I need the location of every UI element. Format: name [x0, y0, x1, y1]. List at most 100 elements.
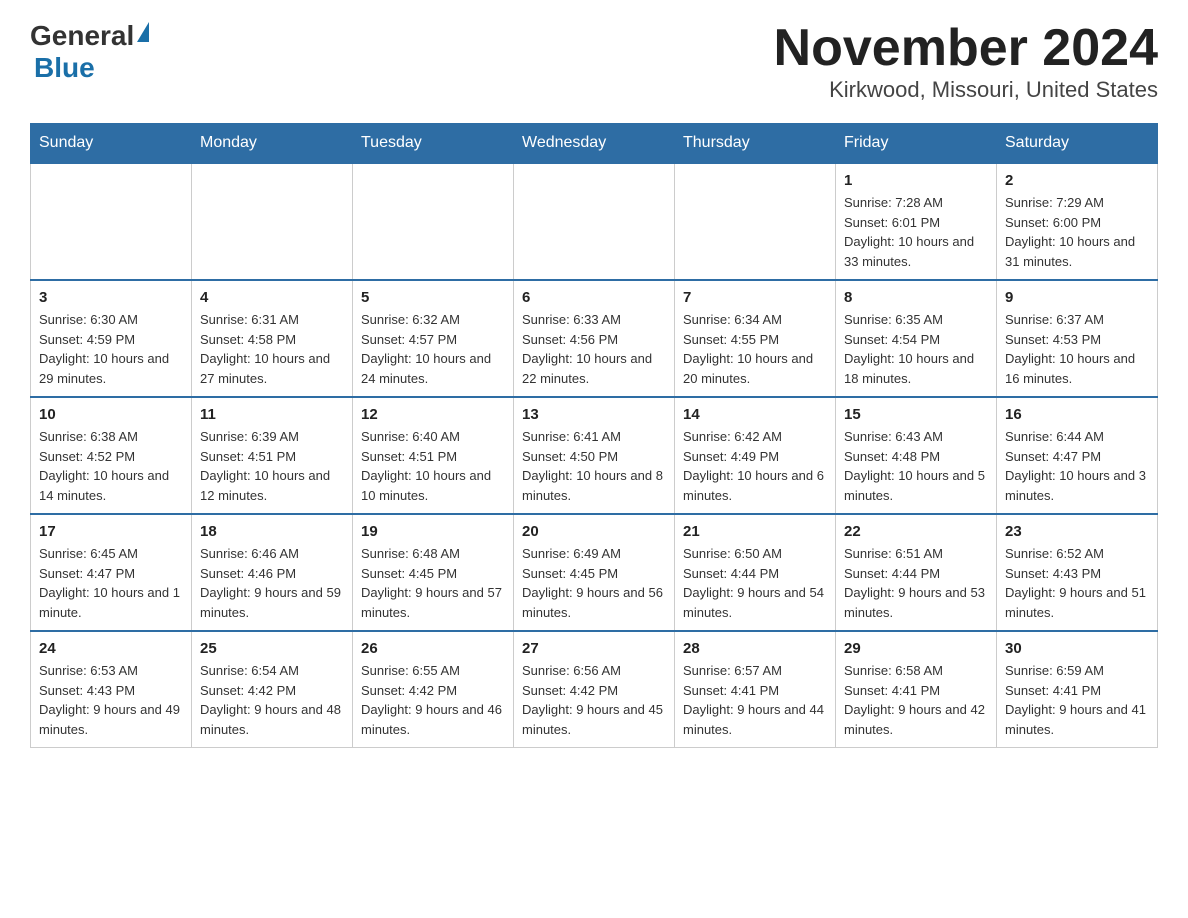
day-info: Sunrise: 6:57 AM Sunset: 4:41 PM Dayligh…	[683, 661, 827, 739]
day-number: 11	[200, 406, 344, 423]
day-info: Sunrise: 6:58 AM Sunset: 4:41 PM Dayligh…	[844, 661, 988, 739]
day-info: Sunrise: 6:37 AM Sunset: 4:53 PM Dayligh…	[1005, 310, 1149, 388]
calendar-cell	[31, 163, 192, 280]
calendar-cell: 24Sunrise: 6:53 AM Sunset: 4:43 PM Dayli…	[31, 631, 192, 748]
day-header-saturday: Saturday	[997, 124, 1158, 164]
day-info: Sunrise: 6:53 AM Sunset: 4:43 PM Dayligh…	[39, 661, 183, 739]
day-number: 29	[844, 640, 988, 657]
day-info: Sunrise: 6:42 AM Sunset: 4:49 PM Dayligh…	[683, 427, 827, 505]
day-number: 27	[522, 640, 666, 657]
day-info: Sunrise: 6:32 AM Sunset: 4:57 PM Dayligh…	[361, 310, 505, 388]
calendar-cell: 8 Sunrise: 6:35 AM Sunset: 4:54 PM Daylig…	[836, 280, 997, 397]
day-info: Sunrise: 6:51 AM Sunset: 4:44 PM Dayligh…	[844, 544, 988, 622]
calendar-cell: 6Sunrise: 6:33 AM Sunset: 4:56 PM Daylig…	[514, 280, 675, 397]
calendar-cell: 26 Sunrise: 6:55 AM Sunset: 4:42 PM Dayli…	[353, 631, 514, 748]
day-number: 30	[1005, 640, 1149, 657]
day-number: 16	[1005, 406, 1149, 423]
day-number: 20	[522, 523, 666, 540]
day-info: Sunrise: 6:31 AM Sunset: 4:58 PM Dayligh…	[200, 310, 344, 388]
calendar-cell: 3 Sunrise: 6:30 AM Sunset: 4:59 PM Daylig…	[31, 280, 192, 397]
calendar-cell: 14 Sunrise: 6:42 AM Sunset: 4:49 PM Dayli…	[675, 397, 836, 514]
page-header: General Blue November 2024 Kirkwood, Mis…	[30, 20, 1158, 103]
calendar-cell: 20Sunrise: 6:49 AM Sunset: 4:45 PM Dayli…	[514, 514, 675, 631]
day-info: Sunrise: 6:44 AM Sunset: 4:47 PM Dayligh…	[1005, 427, 1149, 505]
calendar-cell: 2 Sunrise: 7:29 AM Sunset: 6:00 PM Daylig…	[997, 163, 1158, 280]
week-row-1: 1Sunrise: 7:28 AM Sunset: 6:01 PM Daylig…	[31, 163, 1158, 280]
day-info: Sunrise: 6:34 AM Sunset: 4:55 PM Dayligh…	[683, 310, 827, 388]
day-number: 5	[361, 289, 505, 306]
day-header-friday: Friday	[836, 124, 997, 164]
calendar-cell: 22 Sunrise: 6:51 AM Sunset: 4:44 PM Dayli…	[836, 514, 997, 631]
day-number: 2	[1005, 172, 1149, 189]
calendar-cell	[353, 163, 514, 280]
calendar-cell: 23 Sunrise: 6:52 AM Sunset: 4:43 PM Dayli…	[997, 514, 1158, 631]
day-info: Sunrise: 6:45 AM Sunset: 4:47 PM Dayligh…	[39, 544, 183, 622]
day-number: 18	[200, 523, 344, 540]
day-number: 8	[844, 289, 988, 306]
title-block: November 2024 Kirkwood, Missouri, United…	[774, 20, 1158, 103]
day-info: Sunrise: 6:59 AM Sunset: 4:41 PM Dayligh…	[1005, 661, 1149, 739]
day-number: 15	[844, 406, 988, 423]
day-info: Sunrise: 7:29 AM Sunset: 6:00 PM Dayligh…	[1005, 193, 1149, 271]
day-info: Sunrise: 6:40 AM Sunset: 4:51 PM Dayligh…	[361, 427, 505, 505]
day-number: 10	[39, 406, 183, 423]
day-info: Sunrise: 6:46 AM Sunset: 4:46 PM Dayligh…	[200, 544, 344, 622]
day-info: Sunrise: 6:56 AM Sunset: 4:42 PM Dayligh…	[522, 661, 666, 739]
day-header-monday: Monday	[192, 124, 353, 164]
calendar-cell: 9 Sunrise: 6:37 AM Sunset: 4:53 PM Daylig…	[997, 280, 1158, 397]
logo: General Blue	[30, 20, 149, 84]
calendar-cell: 25Sunrise: 6:54 AM Sunset: 4:42 PM Dayli…	[192, 631, 353, 748]
week-row-3: 10 Sunrise: 6:38 AM Sunset: 4:52 PM Dayli…	[31, 397, 1158, 514]
day-number: 13	[522, 406, 666, 423]
calendar-cell: 21 Sunrise: 6:50 AM Sunset: 4:44 PM Dayli…	[675, 514, 836, 631]
day-info: Sunrise: 6:30 AM Sunset: 4:59 PM Dayligh…	[39, 310, 183, 388]
day-number: 19	[361, 523, 505, 540]
calendar-title: November 2024	[774, 20, 1158, 77]
day-number: 26	[361, 640, 505, 657]
day-info: Sunrise: 6:41 AM Sunset: 4:50 PM Dayligh…	[522, 427, 666, 505]
calendar-cell	[675, 163, 836, 280]
calendar-cell: 13 Sunrise: 6:41 AM Sunset: 4:50 PM Dayli…	[514, 397, 675, 514]
calendar-cell: 28Sunrise: 6:57 AM Sunset: 4:41 PM Dayli…	[675, 631, 836, 748]
logo-blue-text: Blue	[34, 52, 95, 83]
day-info: Sunrise: 6:38 AM Sunset: 4:52 PM Dayligh…	[39, 427, 183, 505]
day-info: Sunrise: 6:50 AM Sunset: 4:44 PM Dayligh…	[683, 544, 827, 622]
calendar-cell: 4Sunrise: 6:31 AM Sunset: 4:58 PM Daylig…	[192, 280, 353, 397]
day-number: 6	[522, 289, 666, 306]
day-info: Sunrise: 6:35 AM Sunset: 4:54 PM Dayligh…	[844, 310, 988, 388]
calendar-cell: 29 Sunrise: 6:58 AM Sunset: 4:41 PM Dayli…	[836, 631, 997, 748]
calendar-subtitle: Kirkwood, Missouri, United States	[774, 77, 1158, 103]
day-number: 23	[1005, 523, 1149, 540]
calendar-cell	[192, 163, 353, 280]
week-row-4: 17 Sunrise: 6:45 AM Sunset: 4:47 PM Dayli…	[31, 514, 1158, 631]
day-number: 22	[844, 523, 988, 540]
day-number: 17	[39, 523, 183, 540]
day-number: 21	[683, 523, 827, 540]
day-number: 9	[1005, 289, 1149, 306]
day-number: 25	[200, 640, 344, 657]
logo-general-text: General	[30, 20, 134, 52]
day-info: Sunrise: 6:52 AM Sunset: 4:43 PM Dayligh…	[1005, 544, 1149, 622]
calendar-cell: 19 Sunrise: 6:48 AM Sunset: 4:45 PM Dayli…	[353, 514, 514, 631]
week-row-5: 24Sunrise: 6:53 AM Sunset: 4:43 PM Dayli…	[31, 631, 1158, 748]
calendar-cell: 5 Sunrise: 6:32 AM Sunset: 4:57 PM Daylig…	[353, 280, 514, 397]
logo-triangle-icon	[137, 22, 149, 42]
day-header-wednesday: Wednesday	[514, 124, 675, 164]
day-header-sunday: Sunday	[31, 124, 192, 164]
calendar-cell: 1Sunrise: 7:28 AM Sunset: 6:01 PM Daylig…	[836, 163, 997, 280]
calendar-cell: 7 Sunrise: 6:34 AM Sunset: 4:55 PM Daylig…	[675, 280, 836, 397]
calendar-table: SundayMondayTuesdayWednesdayThursdayFrid…	[30, 123, 1158, 748]
day-header-thursday: Thursday	[675, 124, 836, 164]
day-info: Sunrise: 6:55 AM Sunset: 4:42 PM Dayligh…	[361, 661, 505, 739]
calendar-header-row: SundayMondayTuesdayWednesdayThursdayFrid…	[31, 124, 1158, 164]
day-info: Sunrise: 6:48 AM Sunset: 4:45 PM Dayligh…	[361, 544, 505, 622]
day-info: Sunrise: 6:43 AM Sunset: 4:48 PM Dayligh…	[844, 427, 988, 505]
day-number: 7	[683, 289, 827, 306]
calendar-cell: 12Sunrise: 6:40 AM Sunset: 4:51 PM Dayli…	[353, 397, 514, 514]
day-header-tuesday: Tuesday	[353, 124, 514, 164]
day-number: 14	[683, 406, 827, 423]
calendar-cell	[514, 163, 675, 280]
day-number: 3	[39, 289, 183, 306]
calendar-cell: 10 Sunrise: 6:38 AM Sunset: 4:52 PM Dayli…	[31, 397, 192, 514]
calendar-cell: 16 Sunrise: 6:44 AM Sunset: 4:47 PM Dayli…	[997, 397, 1158, 514]
